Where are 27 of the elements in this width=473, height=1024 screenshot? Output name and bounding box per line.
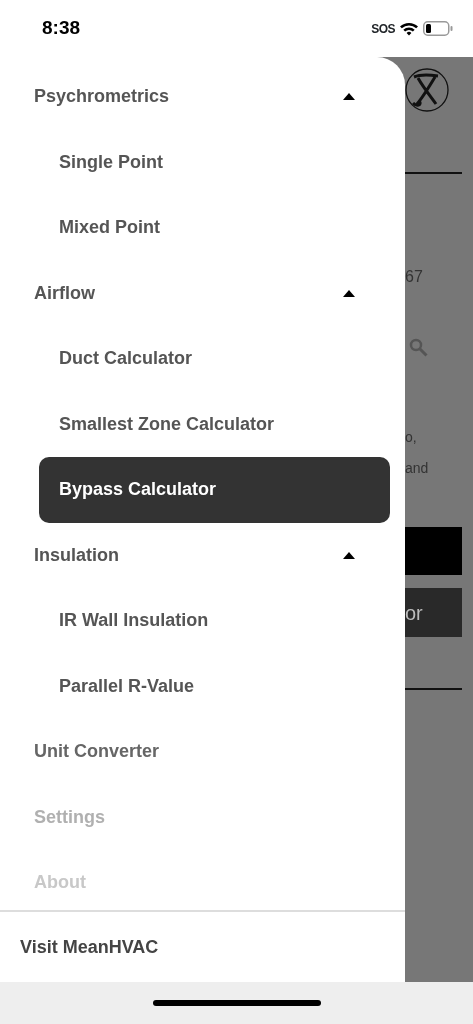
website-link[interactable]: Visit MeanHVAC: [20, 933, 159, 961]
dark-bar: [405, 527, 462, 575]
button-background: [405, 588, 462, 637]
search-icon: [409, 338, 429, 358]
menu-item[interactable]: IR Wall Insulation: [39, 588, 390, 654]
menu-item[interactable]: Mixed Point: [39, 195, 390, 261]
page-text: o,: [405, 428, 417, 447]
section-header[interactable]: Psychrometrics: [34, 83, 170, 111]
page-text: and: [405, 459, 429, 478]
section-header[interactable]: Airflow: [34, 279, 95, 307]
collapse-icon[interactable]: [343, 289, 355, 297]
menu-item[interactable]: Smallest Zone Calculator: [39, 391, 390, 457]
menu-item[interactable]: Duct Calculator: [39, 326, 390, 392]
carrier-label: SOS: [371, 20, 395, 38]
menu-item[interactable]: Single Point: [39, 129, 390, 195]
collapse-icon[interactable]: [343, 93, 355, 101]
menu-item[interactable]: Unit Converter: [34, 738, 159, 766]
collapse-icon[interactable]: [343, 551, 355, 559]
menu-item[interactable]: Parallel R-Value: [39, 653, 390, 719]
logo-icon: [405, 67, 449, 113]
page-text: 67: [405, 267, 423, 287]
section-header[interactable]: Insulation: [34, 541, 119, 569]
battery-icon: [423, 21, 453, 36]
clock: 8:38: [42, 16, 81, 41]
wifi-icon: [399, 21, 419, 36]
menu-item[interactable]: Bypass Calculator: [39, 457, 390, 523]
page-text: or: [405, 601, 423, 626]
